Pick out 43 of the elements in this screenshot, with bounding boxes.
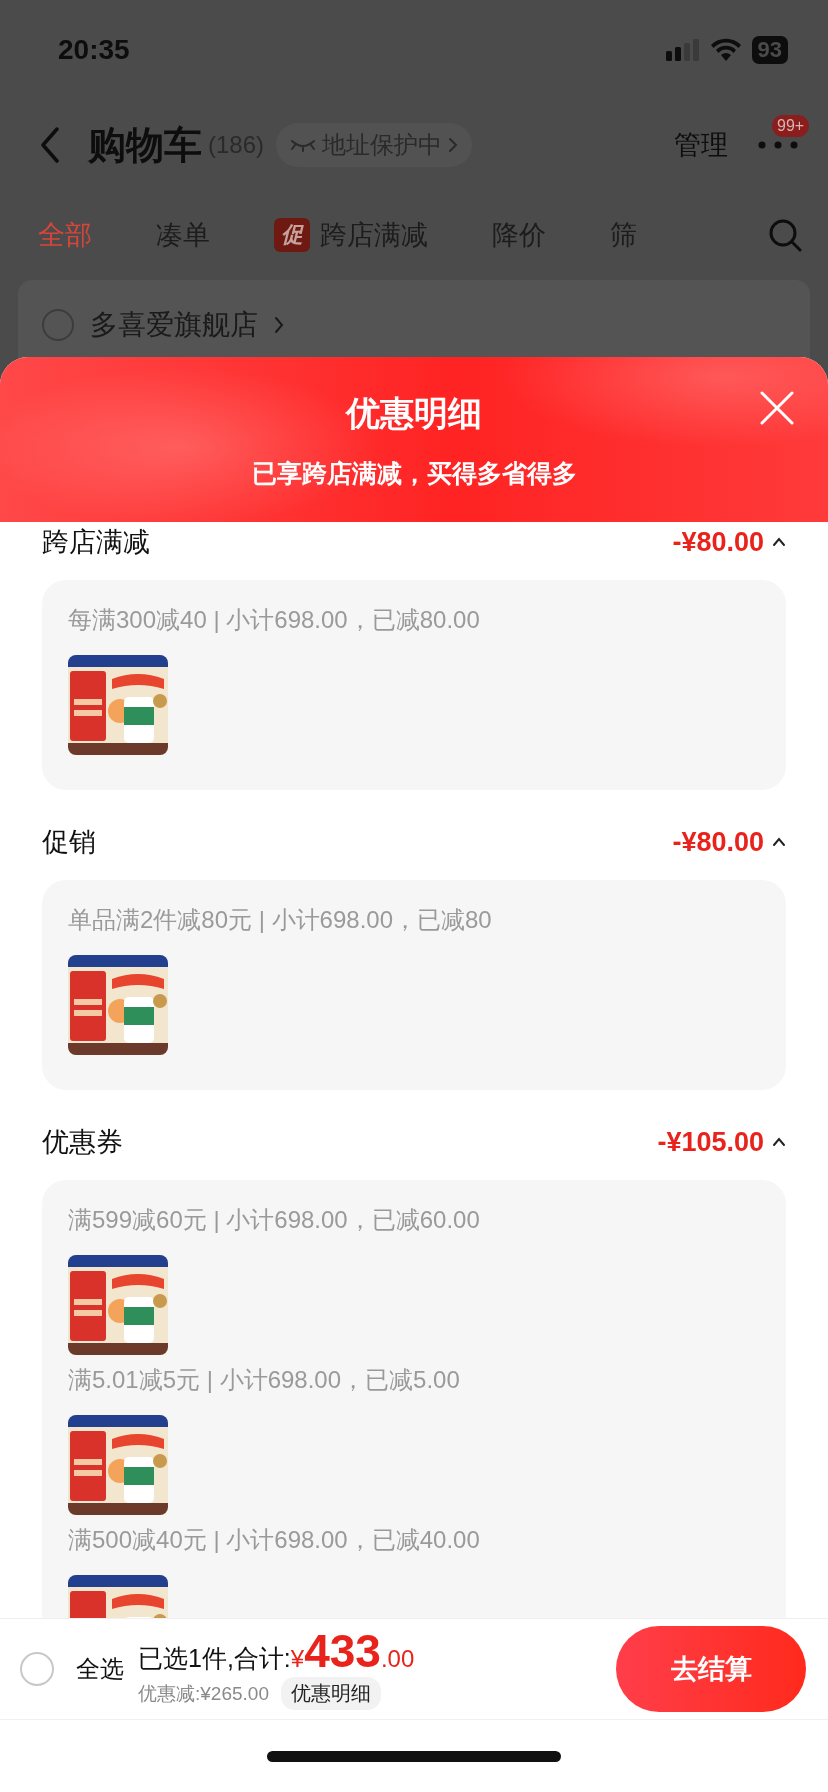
rule-text: 满599减60元 | 小计698.00，已减60.00 bbox=[68, 1205, 481, 1235]
total-price: 433 bbox=[304, 1628, 381, 1674]
chevron-up-icon[interactable] bbox=[772, 1137, 786, 1147]
section-title: 促销 bbox=[42, 826, 97, 859]
discount-amount: -¥80.00 bbox=[672, 526, 764, 558]
selection-summary: 已选1件,合计: bbox=[138, 1643, 291, 1674]
section-title: 优惠券 bbox=[42, 1126, 124, 1159]
discount-total: 优惠减:¥265.00 bbox=[138, 1681, 269, 1706]
sheet-title: 优惠明细 bbox=[346, 393, 482, 434]
back-icon[interactable] bbox=[40, 127, 60, 163]
section-title: 跨店满减 bbox=[42, 526, 151, 559]
chevron-up-icon[interactable] bbox=[772, 837, 786, 847]
checkout-button[interactable]: 去结算 bbox=[616, 1626, 806, 1712]
chevron-up-icon[interactable] bbox=[772, 537, 786, 547]
notification-badge: 99+ bbox=[772, 115, 810, 137]
select-all-checkbox[interactable] bbox=[20, 1652, 54, 1686]
closed-eye-icon bbox=[290, 138, 317, 152]
rule-text: 每满300减40 | 小计698.00，已减80.00 bbox=[68, 605, 481, 635]
discount-amount: -¥80.00 bbox=[672, 826, 764, 858]
wifi-icon bbox=[709, 38, 742, 62]
store-checkbox[interactable] bbox=[42, 309, 74, 341]
page-title: 购物车 bbox=[88, 122, 202, 168]
rule-text: 满500减40元 | 小计698.00，已减40.00 bbox=[68, 1525, 481, 1555]
sheet-subtitle: 已享跨店满减，买得多省得多 bbox=[251, 458, 577, 489]
select-all-label[interactable]: 全选 bbox=[76, 1653, 124, 1685]
discount-amount: -¥105.00 bbox=[657, 1126, 764, 1158]
manage-button[interactable]: 管理 bbox=[674, 127, 728, 163]
promo-tag: 促 bbox=[274, 218, 310, 252]
filter-tab[interactable]: 全部 bbox=[38, 217, 92, 253]
store-name[interactable]: 多喜爱旗舰店 bbox=[90, 306, 258, 344]
discount-detail-button[interactable]: 优惠明细 bbox=[280, 1677, 381, 1710]
status-time: 20:35 bbox=[58, 34, 130, 66]
price-decimals: .00 bbox=[380, 1645, 415, 1673]
currency-symbol: ¥ bbox=[290, 1645, 305, 1673]
more-icon[interactable] bbox=[758, 141, 798, 149]
chevron-right-icon bbox=[448, 137, 459, 153]
chevron-right-icon bbox=[274, 316, 284, 334]
rule-text: 单品满2件减80元 | 小计698.00，已减80 bbox=[68, 905, 493, 935]
rule-text: 满5.01减5元 | 小计698.00，已减5.00 bbox=[68, 1365, 461, 1395]
search-icon[interactable] bbox=[768, 218, 802, 252]
close-icon[interactable] bbox=[760, 391, 794, 425]
signal-icon bbox=[665, 39, 700, 61]
battery-indicator: 93 bbox=[751, 36, 788, 64]
